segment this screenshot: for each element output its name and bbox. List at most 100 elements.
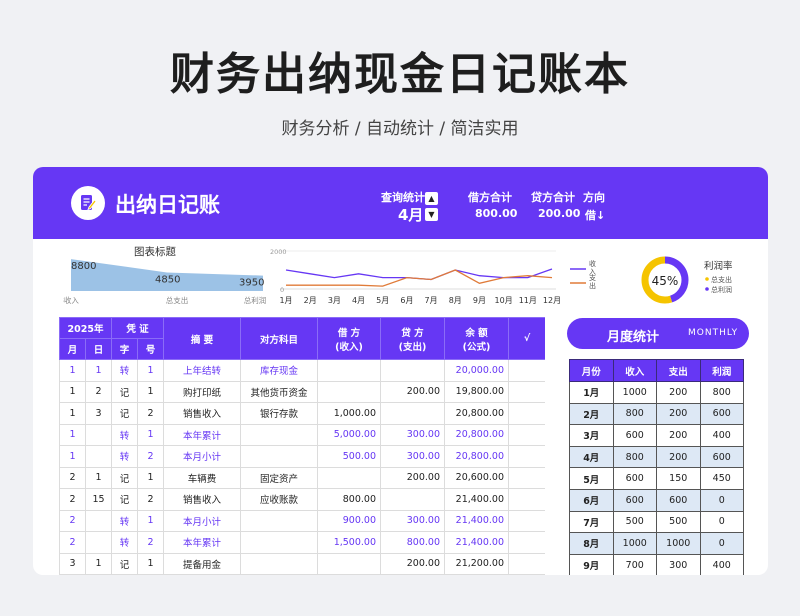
triangle-up-icon: ▲ (428, 194, 435, 203)
zi-cell: 记 (111, 466, 139, 489)
month-cell: 3 (59, 552, 86, 575)
check-cell (508, 552, 545, 575)
monthly-profit-cell: 800 (699, 381, 744, 404)
monthly-stats-button[interactable]: 月度统计 MONTHLY (567, 318, 749, 349)
table-row[interactable]: 1 3 记 2 销售收入 银行存款 1,000.00 20,800.00 (59, 402, 545, 425)
monthly-income-cell: 1000 (612, 381, 657, 404)
check-cell (508, 488, 545, 511)
area-category-label: 3收入 (63, 295, 79, 305)
monthly-profit-cell: 600 (699, 445, 744, 469)
header-bar: 出纳日记账 查询统计 4月 ▲ ▼ 借方合计 800.00 贷方合计 200.0… (33, 167, 768, 239)
balance-cell: 21,400.00 (444, 488, 510, 511)
credit-cell: 300.00 (380, 509, 446, 532)
monthly-profit-cell: 400 (699, 424, 744, 447)
x-tick-label: 7月 (425, 296, 438, 305)
monthly-expense-cell: 1000 (656, 532, 701, 555)
month-header: 月 (59, 338, 86, 360)
account-cell (240, 445, 319, 468)
table-row[interactable]: 1 转 1 本年累计 5,000.00 300.00 20,800.00 (59, 423, 545, 446)
day-cell: 1 (84, 552, 113, 575)
monthly-month-cell: 7月 (569, 510, 614, 534)
triangle-down-icon: ▼ (428, 210, 435, 219)
hao-header: 号 (137, 338, 165, 360)
query-label: 查询统计 (381, 191, 425, 204)
summary-cell: 上年结转 (163, 359, 242, 382)
day-cell (84, 531, 113, 554)
credit-cell: 800.00 (380, 531, 446, 554)
check-cell (508, 509, 545, 532)
month-down-button[interactable]: ▼ (425, 208, 438, 221)
monthly-expense-cell: 300 (656, 553, 701, 575)
page-title: 财务出纳现金日记账本 (170, 49, 630, 100)
table-row[interactable]: 2 转 1 本月小计 900.00 300.00 21,400.00 (59, 509, 545, 532)
monthly-table: 月份 收入 支出 利润 1月 1000 200 800 2月 800 200 600 3月 600… (569, 359, 744, 575)
direction-label: 方向 (583, 191, 605, 204)
credit-cell: 200.00 (380, 380, 446, 403)
donut-title: 利润率 (704, 260, 733, 272)
donut-center-label: 45% (652, 274, 679, 288)
debit-cell: 800.00 (317, 488, 382, 511)
credit-total-label: 贷方合计 (531, 191, 575, 204)
account-header: 对方科目 (240, 317, 319, 360)
monthly-income-cell: 1000 (612, 532, 657, 555)
monthly-expense-cell: 200 (656, 424, 701, 447)
ledger-body: 1 1 转 1 上年结转 库存现金 20,000.00 1 2 记 1 购打印纸 其他货币资金 200.0… (59, 359, 545, 575)
donut-legend-label: 总利润 (711, 285, 732, 294)
table-row[interactable]: 2 转 2 本年累计 1,500.00 800.00 21,400.00 (59, 531, 545, 554)
account-cell: 其他货币资金 (240, 380, 319, 403)
account-cell: 应收账款 (240, 488, 319, 511)
monthly-month-cell: 3月 (569, 424, 614, 447)
debit-cell: 900.00 (317, 509, 382, 532)
area-data-label: 8800 (71, 261, 96, 272)
monthly-body: 1月 1000 200 800 2月 800 200 600 3月 600 200 400 4月 800 2… (569, 381, 744, 575)
table-row[interactable]: 1 2 记 1 购打印纸 其他货币资金 200.00 19,800.00 (59, 380, 545, 403)
table-row[interactable]: 1 1 转 1 上年结转 库存现金 20,000.00 (59, 359, 545, 382)
summary-cell: 本月小计 (163, 509, 242, 532)
monthly-button-label: 月度统计 (607, 330, 660, 345)
day-cell (84, 509, 113, 532)
hao-cell: 1 (137, 552, 165, 575)
month-cell: 2 (59, 531, 86, 554)
monthly-button-en: MONTHLY (688, 328, 739, 338)
monthly-month-cell: 5月 (569, 467, 614, 490)
zi-cell: 转 (111, 423, 139, 446)
balance-cell: 20,800.00 (444, 423, 510, 446)
monthly-row: 2月 800 200 600 (569, 402, 744, 426)
legend-label: 收 (589, 259, 596, 268)
month-cell: 1 (59, 423, 86, 446)
ledger-table: 2025年 凭 证 摘 要 对方科目 借 方 (收入) 贷 方 (支出) 余 额… (59, 317, 545, 575)
debit-cell: 1,500.00 (317, 531, 382, 554)
table-row[interactable]: 1 转 2 本月小计 500.00 300.00 20,800.00 (59, 445, 545, 468)
x-tick-label: 1月 (279, 296, 292, 305)
summary-cell: 本年累计 (163, 423, 242, 446)
monthly-profit-cell: 0 (699, 510, 744, 534)
monthly-income-cell: 800 (612, 402, 657, 426)
balance-header-label: 余 额 (465, 327, 488, 339)
check-cell (508, 380, 545, 403)
month-cell: 1 (59, 402, 86, 425)
table-row[interactable]: 2 15 记 2 销售收入 应收账款 800.00 21,400.00 (59, 488, 545, 511)
monthly-income-cell: 600 (612, 424, 657, 447)
ledger-card: 出纳日记账 查询统计 4月 ▲ ▼ 借方合计 800.00 贷方合计 200.0… (33, 167, 768, 575)
debit-header-sub: (收入) (335, 341, 363, 353)
balance-header: 余 额 (公式) (444, 317, 510, 360)
year-header: 2025年 (59, 317, 113, 339)
account-cell (240, 423, 319, 446)
debit-cell: 1,000.00 (317, 402, 382, 425)
monthly-header-month: 月份 (569, 359, 614, 382)
monthly-expense-cell: 200 (656, 402, 701, 426)
zi-cell: 记 (111, 380, 139, 403)
monthly-row: 4月 800 200 600 (569, 445, 744, 469)
balance-header-sub: (公式) (462, 341, 491, 353)
summary-area-chart: 图表标题8800485039503收入总支出总利润 (63, 245, 266, 305)
ledger-table-section: 2025年 凭 证 摘 要 对方科目 借 方 (收入) 贷 方 (支出) 余 额… (59, 317, 545, 575)
month-up-button[interactable]: ▲ (425, 192, 438, 205)
legend-dot (705, 277, 709, 281)
table-row[interactable]: 3 1 记 1 提备用金 200.00 21,200.00 (59, 552, 545, 575)
credit-cell (380, 488, 446, 511)
month-cell: 2 (59, 509, 86, 532)
credit-cell (380, 359, 446, 382)
table-row[interactable]: 2 1 记 1 车辆费 固定资产 200.00 20,600.00 (59, 466, 545, 489)
x-tick-label: 9月 (473, 296, 486, 305)
credit-header-sub: (支出) (398, 341, 427, 353)
